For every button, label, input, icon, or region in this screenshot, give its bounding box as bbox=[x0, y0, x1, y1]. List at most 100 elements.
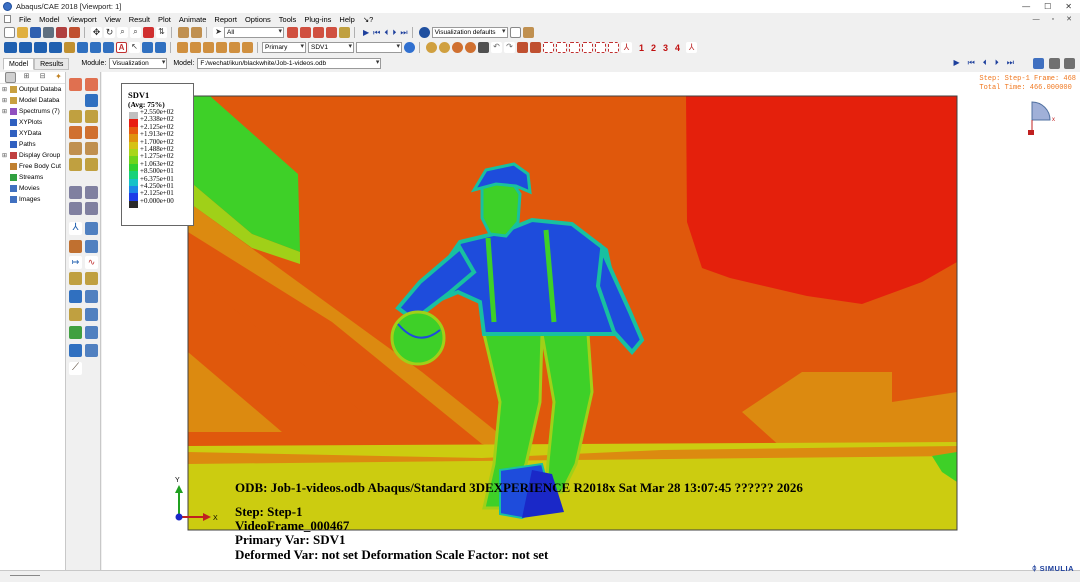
tree-item[interactable]: ⊞ Output Databa bbox=[0, 84, 65, 95]
plot-contours-icon[interactable] bbox=[452, 42, 463, 53]
tree-expander[interactable]: ⊞ bbox=[2, 86, 8, 93]
viewport-restore-button[interactable]: ▫ bbox=[1052, 16, 1054, 23]
viewport-close-button[interactable]: ✕ bbox=[1066, 15, 1072, 23]
save-icon[interactable] bbox=[30, 27, 41, 38]
menu-report[interactable]: Report bbox=[214, 15, 237, 24]
display-group-icon[interactable] bbox=[339, 27, 350, 38]
animation-options-icon[interactable] bbox=[85, 202, 98, 215]
minimize-button[interactable]: — bbox=[1022, 2, 1030, 11]
tree-item[interactable]: ⊞ Spectrums (7) bbox=[0, 106, 65, 117]
tree-filter-icon[interactable] bbox=[5, 72, 16, 83]
zoom-icon[interactable]: ⌕ bbox=[117, 27, 128, 38]
camera-icon[interactable] bbox=[1049, 58, 1060, 69]
section-view-5-icon[interactable] bbox=[595, 42, 606, 53]
view-manager-icon[interactable] bbox=[178, 27, 189, 38]
top-view-icon[interactable] bbox=[242, 42, 253, 53]
tree-item[interactable]: Movies bbox=[0, 183, 65, 194]
view-layers-icon[interactable] bbox=[522, 27, 534, 38]
info-icon[interactable] bbox=[418, 27, 430, 38]
material-orientation-tool-icon[interactable] bbox=[69, 158, 82, 171]
last-frame-icon[interactable]: ⏭ bbox=[400, 28, 407, 38]
view-cut-icon[interactable] bbox=[90, 42, 101, 53]
selection-options-icon[interactable] bbox=[313, 27, 324, 38]
selection-tool-icon[interactable] bbox=[287, 27, 298, 38]
perspective-icon[interactable] bbox=[64, 42, 75, 53]
tree-expand-icon[interactable]: ⊞ bbox=[21, 72, 32, 83]
menu-animate[interactable]: Animate bbox=[179, 15, 207, 24]
display-group-tool-icon[interactable] bbox=[69, 290, 82, 303]
previous-frame-icon[interactable]: ⏴ bbox=[384, 28, 388, 38]
report-field-icon[interactable] bbox=[69, 240, 82, 253]
box-zoom-icon[interactable]: ⌕ bbox=[130, 27, 141, 38]
view-cut-tool-icon[interactable] bbox=[69, 308, 82, 321]
record-icon[interactable] bbox=[1033, 58, 1044, 69]
component-combo[interactable] bbox=[356, 42, 402, 53]
tree-highlight-icon[interactable]: ✦ bbox=[53, 72, 64, 83]
report-xy-icon[interactable] bbox=[85, 240, 98, 253]
plot-undeformed-icon[interactable] bbox=[426, 42, 437, 53]
tree-item[interactable]: XYPlots bbox=[0, 117, 65, 128]
tree-collapse-icon[interactable]: ⊟ bbox=[37, 72, 48, 83]
close-button[interactable]: ✕ bbox=[1065, 2, 1072, 11]
render-wireframe-icon[interactable] bbox=[4, 42, 17, 53]
next-frame-icon[interactable]: ⏵ bbox=[392, 28, 396, 38]
movie-camera-icon[interactable] bbox=[1064, 58, 1075, 69]
plot-deformed-tool-icon[interactable] bbox=[85, 110, 98, 123]
render-shaded-icon[interactable] bbox=[49, 42, 62, 53]
rotate-icon[interactable]: ↻ bbox=[104, 27, 115, 38]
view-cut-manager-icon[interactable] bbox=[85, 308, 98, 321]
maximize-button[interactable]: ☐ bbox=[1044, 2, 1051, 11]
create-xy-data-icon[interactable]: ⅄ bbox=[69, 222, 82, 235]
text-annotation-icon[interactable]: A bbox=[116, 42, 127, 53]
query-icon[interactable] bbox=[69, 27, 80, 38]
variable-combo[interactable]: SDV1 bbox=[308, 42, 354, 53]
menu-model[interactable]: Model bbox=[39, 15, 59, 24]
step-frame-icon[interactable] bbox=[85, 94, 98, 107]
triad-icon[interactable]: ⅄ bbox=[621, 42, 632, 53]
plot-symbols-options-icon[interactable] bbox=[85, 142, 98, 155]
menu-view[interactable]: View bbox=[105, 15, 121, 24]
selection-box-icon[interactable] bbox=[300, 27, 311, 38]
message-area-handle[interactable] bbox=[10, 575, 40, 576]
right-view-icon[interactable] bbox=[229, 42, 240, 53]
tree-expander[interactable]: ⊞ bbox=[2, 152, 8, 159]
tree-item[interactable]: Free Body Cut bbox=[0, 161, 65, 172]
selection-filter-combo[interactable]: All bbox=[224, 27, 284, 38]
tree-expander[interactable]: ⊞ bbox=[2, 108, 8, 115]
plot-symbols-tool-icon[interactable] bbox=[69, 142, 82, 155]
animation-controls[interactable]: ▶⏮⏴⏵⏭ bbox=[953, 58, 1022, 68]
deselect-icon[interactable] bbox=[326, 27, 337, 38]
left-view-icon[interactable] bbox=[216, 42, 227, 53]
create-path-icon[interactable]: ↦ bbox=[69, 256, 82, 269]
front-view-icon[interactable] bbox=[190, 42, 201, 53]
tree-item[interactable]: Streams bbox=[0, 172, 65, 183]
menu-tools[interactable]: Tools bbox=[279, 15, 297, 24]
field-output-icon[interactable] bbox=[404, 42, 415, 53]
menu-file[interactable]: File bbox=[19, 15, 31, 24]
common-options-icon[interactable] bbox=[517, 42, 528, 53]
probe-tool-icon[interactable]: ⟋ bbox=[69, 362, 82, 375]
redo-icon[interactable]: ↷ bbox=[504, 42, 515, 53]
arrow-annotation-icon[interactable]: ↖ bbox=[129, 42, 140, 53]
field-output-options-icon[interactable] bbox=[85, 78, 98, 91]
viewport[interactable]: x Y X SDV1 (Avg: 75%) +2.550e+02 +2.338e+… bbox=[102, 72, 1080, 570]
annotation-manager-icon[interactable] bbox=[142, 42, 153, 53]
cycle-views-icon[interactable]: ⇅ bbox=[156, 27, 167, 38]
tree-item[interactable]: Images bbox=[0, 194, 65, 205]
checkbox-icon[interactable] bbox=[509, 27, 521, 38]
layer-3-button[interactable]: 3 bbox=[663, 43, 668, 53]
layer-1-button[interactable]: 1 bbox=[639, 43, 644, 53]
free-body-tool-icon[interactable] bbox=[69, 272, 82, 285]
layer-4-button[interactable]: 4 bbox=[675, 43, 680, 53]
menu-plot[interactable]: Plot bbox=[158, 15, 171, 24]
context-help-button[interactable]: ↘? bbox=[363, 15, 373, 24]
xy-data-manager-icon[interactable] bbox=[85, 222, 98, 235]
plot-material-orientation-icon[interactable] bbox=[478, 42, 489, 53]
menu-viewport[interactable]: Viewport bbox=[68, 15, 97, 24]
free-body-options-icon[interactable] bbox=[85, 272, 98, 285]
tree-item[interactable]: Paths bbox=[0, 139, 65, 150]
back-view-icon[interactable] bbox=[203, 42, 214, 53]
play-icon[interactable]: ▶ bbox=[363, 28, 369, 37]
auto-fit-icon[interactable] bbox=[143, 27, 154, 38]
superimpose-options-icon[interactable] bbox=[530, 42, 541, 53]
